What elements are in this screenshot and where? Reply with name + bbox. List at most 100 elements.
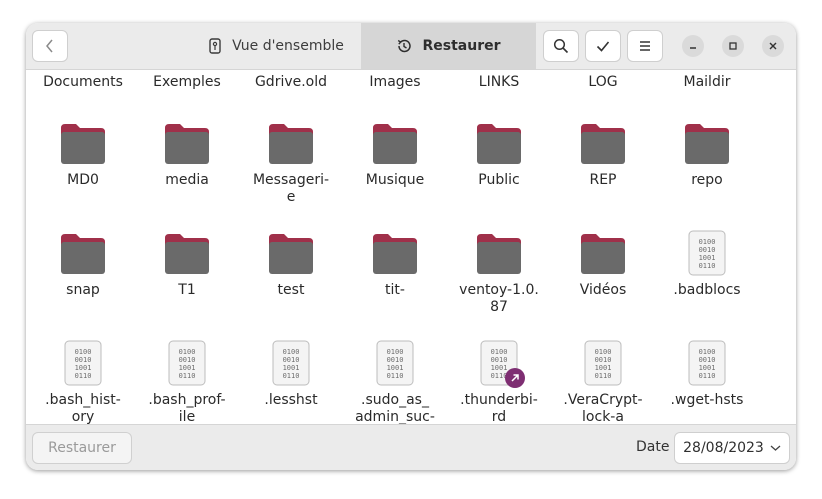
file-item-label[interactable]: LINKS (447, 74, 551, 90)
folder-icon-box (53, 114, 113, 166)
file-item[interactable]: 0100 0010 1001 0110 .thunderbi- rd (447, 334, 551, 424)
file-item[interactable]: 0100 0010 1001 0110 .bash_hist- ory (31, 334, 135, 424)
folder-icon (269, 124, 313, 164)
footer-bar: Restaurer Date 28/08/2023 (26, 424, 796, 470)
svg-text:1001: 1001 (699, 254, 716, 262)
file-name: REP (589, 172, 617, 188)
close-icon (769, 42, 777, 50)
file-item-label[interactable]: Images (343, 74, 447, 90)
folder-icon (685, 124, 729, 164)
folder-icon (61, 124, 105, 164)
folder-item[interactable]: ventoy-1.0. 87 (447, 224, 551, 316)
folder-item[interactable]: MD0 (31, 114, 135, 189)
folder-icon (61, 234, 105, 274)
hamburger-menu-icon (640, 41, 650, 51)
file-name: snap (66, 282, 100, 298)
file-name: Public (478, 172, 520, 188)
svg-text:0100: 0100 (283, 348, 300, 356)
folder-item[interactable]: repo (655, 114, 759, 189)
folder-icon-box (53, 224, 113, 276)
svg-text:0110: 0110 (75, 372, 92, 380)
svg-text:0010: 0010 (595, 356, 612, 364)
file-name: .bash_prof- ile (148, 392, 226, 424)
folder-item[interactable]: T1 (135, 224, 239, 299)
svg-text:0110: 0110 (283, 372, 300, 380)
file-item[interactable]: 0100 0010 1001 0110 .badblocs (655, 224, 759, 299)
file-item-label[interactable]: Documents (31, 74, 135, 90)
folder-icon-box (573, 224, 633, 276)
binary-file-icon: 0100 0010 1001 0110 (261, 334, 321, 386)
restore-window: Vue d'ensemble Restaurer Documents Exemp… (26, 23, 796, 470)
file-grid[interactable]: Documents Exemples Gdrive.old Images LINKS LO… (26, 70, 796, 424)
minimize-button[interactable] (682, 35, 704, 57)
binary-file-icon: 0100 0010 1001 0110 (365, 334, 425, 386)
folder-item[interactable]: test (239, 224, 343, 299)
folder-icon-box (261, 114, 321, 166)
file-item[interactable]: 0100 0010 1001 0110 .wget-hsts (655, 334, 759, 409)
file-item-label[interactable]: Gdrive.old (239, 74, 343, 90)
file-name: media (165, 172, 209, 188)
folder-item[interactable]: Musique (343, 114, 447, 189)
folder-icon (373, 124, 417, 164)
binary-file-icon: 0100 0010 1001 0110 (573, 334, 633, 386)
svg-text:1001: 1001 (491, 364, 508, 372)
folder-icon-box (677, 114, 737, 166)
select-mode-button[interactable] (585, 30, 621, 62)
svg-text:0110: 0110 (595, 372, 612, 380)
file-name: test (277, 282, 305, 298)
file-item[interactable]: 0100 0010 1001 0110 .lesshst (239, 334, 343, 409)
tab-restore[interactable]: Restaurer (361, 23, 536, 69)
svg-text:0100: 0100 (179, 348, 196, 356)
chevron-left-icon (46, 39, 53, 53)
svg-text:0010: 0010 (699, 356, 716, 364)
svg-text:0010: 0010 (179, 356, 196, 364)
folder-item[interactable]: Messageri- e (239, 114, 343, 206)
search-button[interactable] (543, 30, 579, 62)
svg-text:0100: 0100 (387, 348, 404, 356)
svg-text:0010: 0010 (491, 356, 508, 364)
folder-icon (373, 234, 417, 274)
svg-text:0110: 0110 (179, 372, 196, 380)
svg-text:1001: 1001 (283, 364, 300, 372)
folder-icon (269, 234, 313, 274)
folder-item[interactable]: REP (551, 114, 655, 189)
file-name: MD0 (67, 172, 99, 188)
folder-item[interactable]: tit- (343, 224, 447, 299)
file-name: .badblocs (673, 282, 741, 298)
svg-text:1001: 1001 (179, 364, 196, 372)
folder-icon (165, 124, 209, 164)
svg-text:0100: 0100 (491, 348, 508, 356)
file-item-label[interactable]: Exemples (135, 74, 239, 90)
file-item-label[interactable]: Maildir (655, 74, 759, 90)
folder-item[interactable]: Public (447, 114, 551, 189)
file-item[interactable]: 0100 0010 1001 0110 .bash_prof- ile (135, 334, 239, 424)
folder-icon-box (261, 224, 321, 276)
file-item[interactable]: 0100 0010 1001 0110 .VeraCrypt- lock-a (551, 334, 655, 424)
binary-file-icon: 0100 0010 1001 0110 (677, 334, 737, 386)
svg-text:0010: 0010 (387, 356, 404, 364)
maximize-button[interactable] (722, 35, 744, 57)
maximize-icon (729, 42, 737, 50)
search-icon (553, 38, 569, 54)
svg-text:0100: 0100 (595, 348, 612, 356)
close-button[interactable] (762, 35, 784, 57)
folder-item[interactable]: snap (31, 224, 135, 299)
menu-button[interactable] (627, 30, 663, 62)
folder-icon (165, 234, 209, 274)
overview-icon (209, 38, 221, 54)
back-button[interactable] (32, 30, 68, 62)
tab-overview[interactable]: Vue d'ensemble (191, 23, 361, 69)
file-item-label[interactable]: LOG (551, 74, 655, 90)
binary-file-icon: 0100 0010 1001 0110 (53, 334, 113, 386)
folder-item[interactable]: Vidéos (551, 224, 655, 299)
folder-icon-box (157, 224, 217, 276)
restore-button[interactable]: Restaurer (32, 432, 132, 464)
file-name: Messageri- e (252, 172, 330, 205)
date-picker-button[interactable]: 28/08/2023 (674, 432, 790, 464)
file-item[interactable]: 0100 0010 1001 0110 .sudo_as_ admin_suc- (343, 334, 447, 424)
folder-icon (581, 124, 625, 164)
folder-icon (477, 124, 521, 164)
file-name: .thunderbi- rd (460, 392, 538, 424)
folder-item[interactable]: media (135, 114, 239, 189)
tab-restore-label: Restaurer (422, 38, 501, 54)
